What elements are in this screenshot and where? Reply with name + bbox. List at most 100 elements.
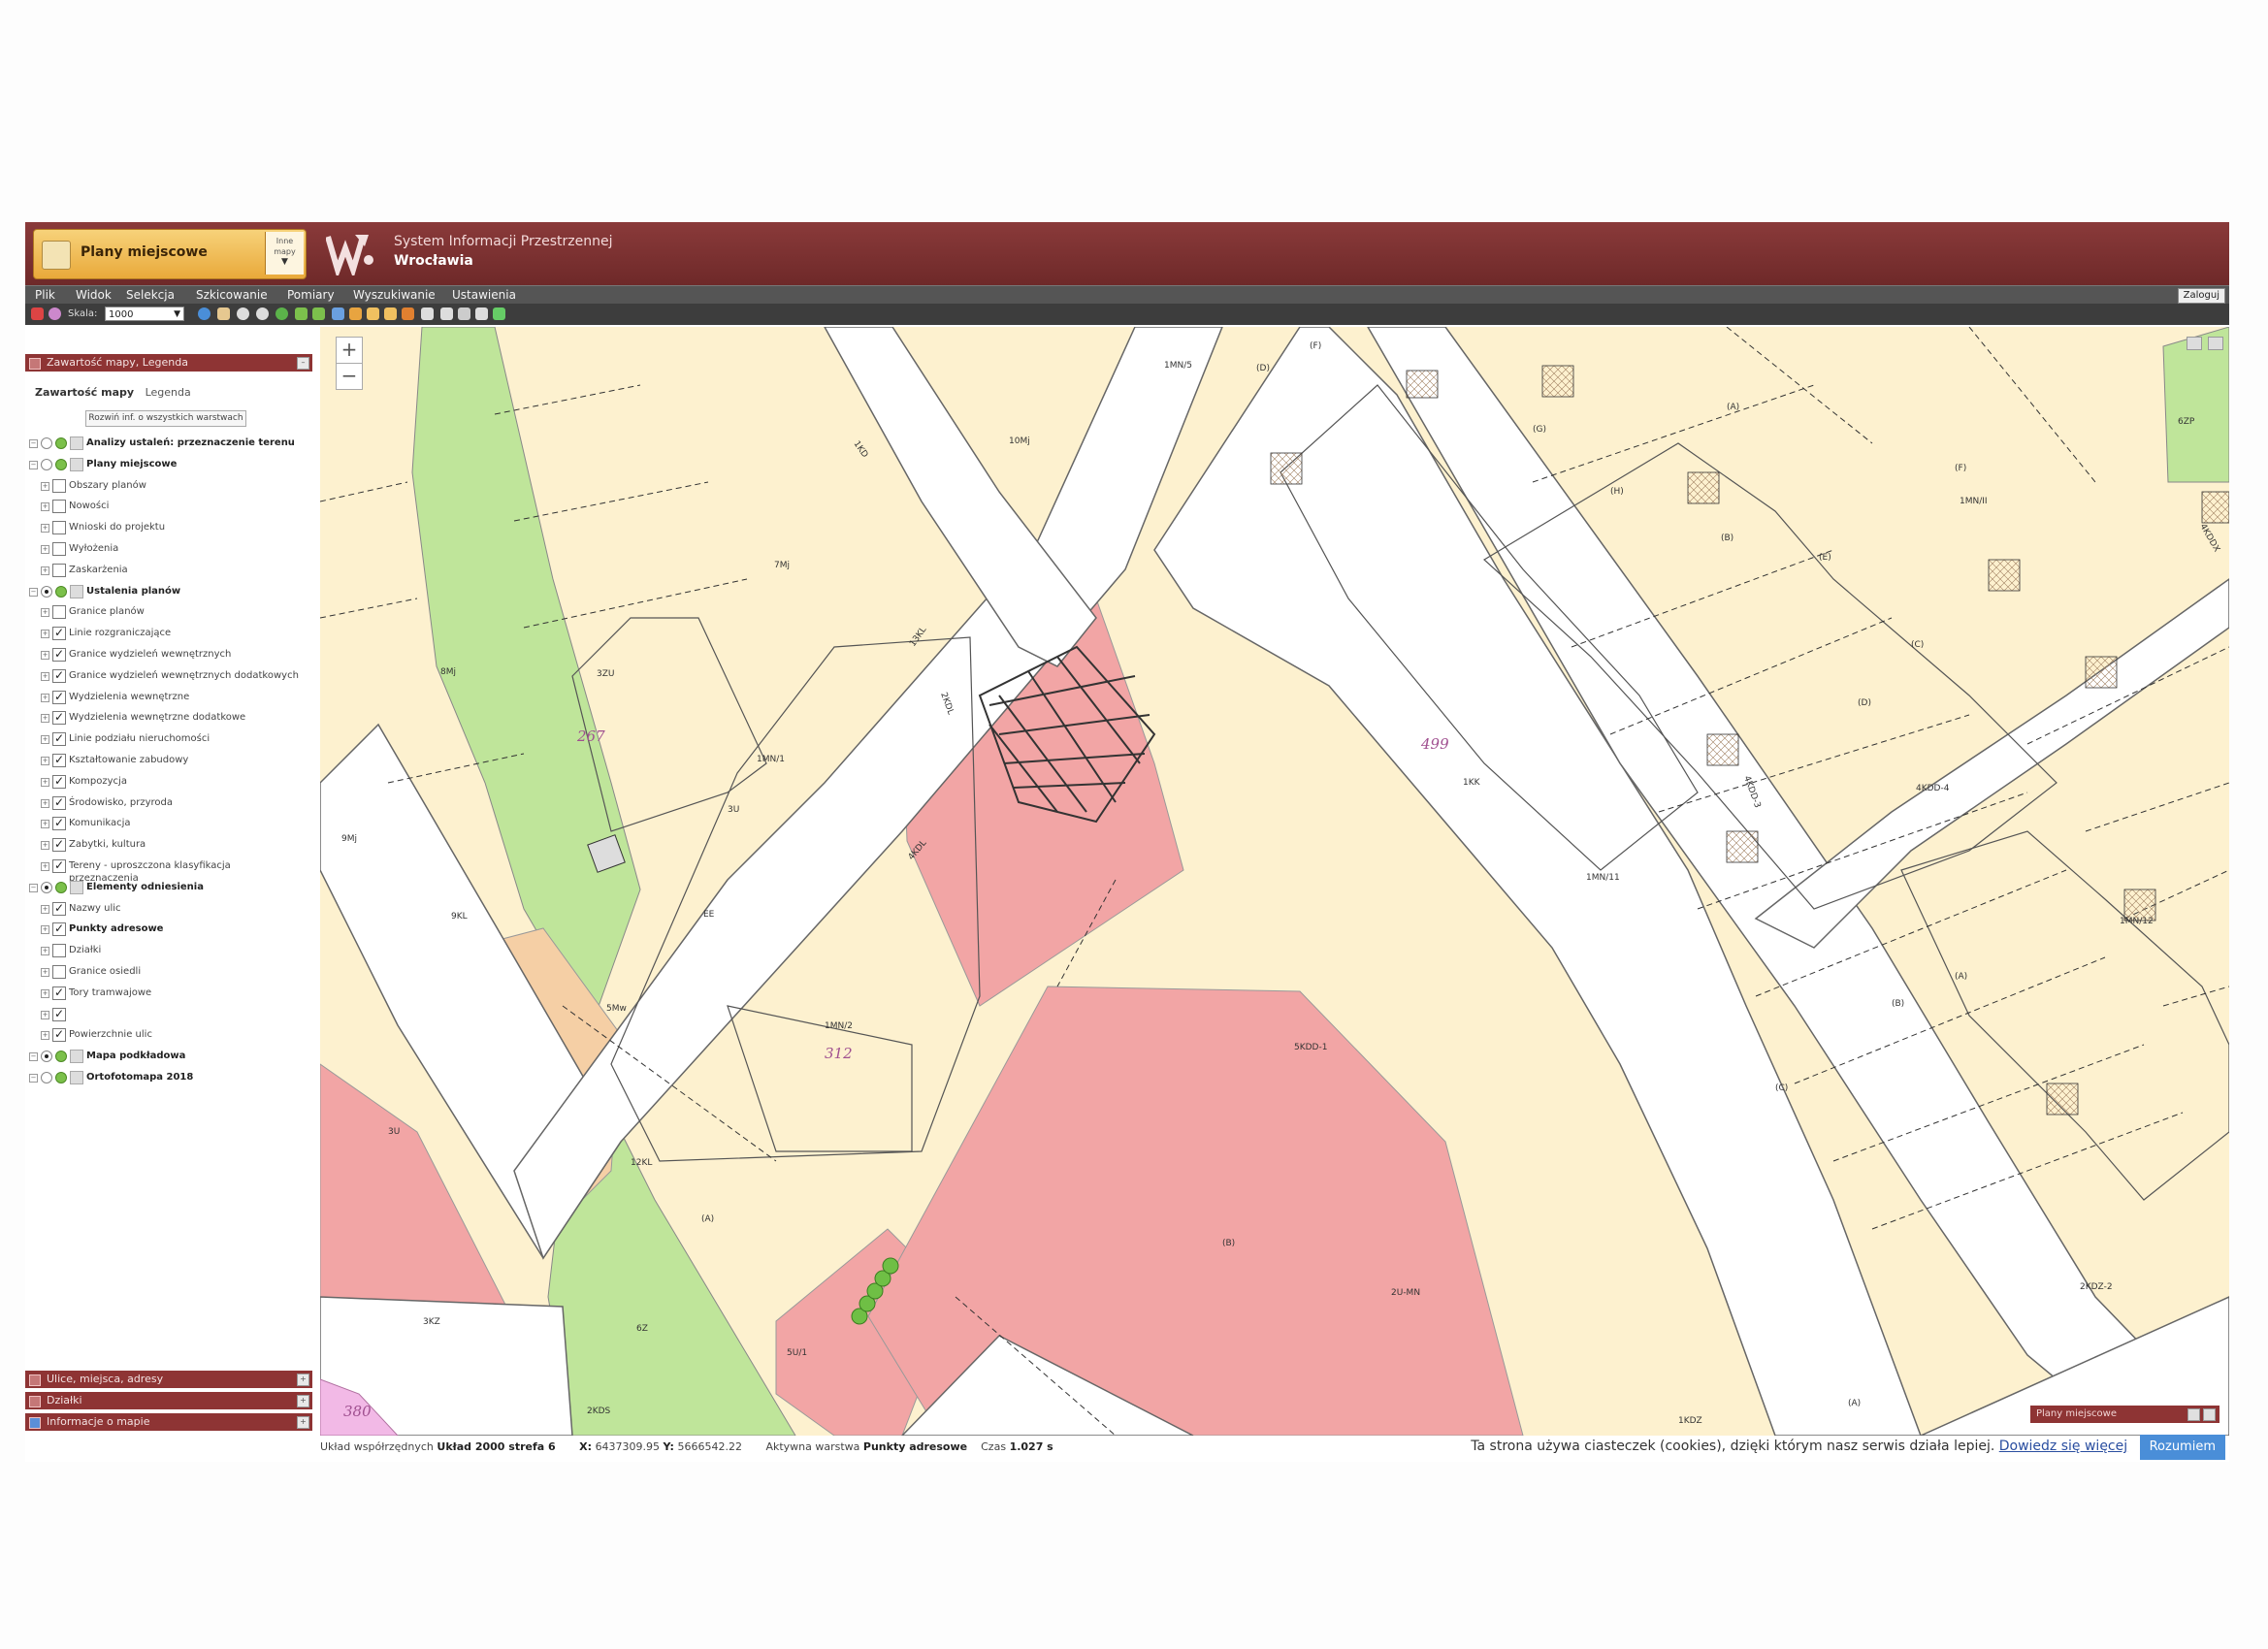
map-view[interactable]: 1MN/5 (D) (F) (A) (G) (H) (B) (E) (C) (D) (F) 1MN/I… <box>320 327 2229 1436</box>
zoom-in-button[interactable]: + <box>336 337 363 364</box>
layer-visibility-radio[interactable] <box>41 881 52 893</box>
arrow-right-icon[interactable] <box>312 307 325 320</box>
expand-toggle-icon[interactable]: + <box>41 671 49 681</box>
zoom-out-icon[interactable] <box>256 307 269 320</box>
expand-toggle-icon[interactable]: + <box>41 904 49 914</box>
expand-toggle-icon[interactable]: + <box>41 757 49 765</box>
minimize-icon[interactable] <box>2187 1408 2200 1421</box>
layer-row[interactable]: + Granice planów <box>25 602 312 622</box>
layer-row[interactable]: + ✓ Nazwy ulic <box>25 899 312 919</box>
layer-checkbox[interactable]: ✓ <box>52 668 66 683</box>
layer-row[interactable]: + Wnioski do projektu <box>25 518 312 537</box>
layer-checkbox[interactable] <box>52 944 66 958</box>
collapse-toggle-icon[interactable]: − <box>29 587 38 597</box>
layer-row[interactable]: + Nowości <box>25 497 312 516</box>
layer-checkbox[interactable]: ✓ <box>52 754 66 767</box>
layer-checkbox[interactable]: ✓ <box>52 732 66 747</box>
link-icon[interactable] <box>475 307 488 320</box>
layer-checkbox[interactable]: ✓ <box>52 922 66 937</box>
menu-item-wyszukiwanie[interactable]: Wyszukiwanie <box>353 288 436 302</box>
zoom-in-icon[interactable] <box>237 307 249 320</box>
expand-toggle-icon[interactable]: + <box>41 714 49 724</box>
map-switcher-button[interactable]: Plany miejscowe Inne mapy ▼ <box>33 229 307 279</box>
layer-row[interactable]: + ✓ Wydzielenia wewnętrzne <box>25 688 312 707</box>
expand-toggle-icon[interactable]: + <box>41 651 49 660</box>
layer-visibility-radio[interactable] <box>41 458 52 470</box>
menu-item-pomiary[interactable]: Pomiary <box>287 288 335 302</box>
expand-all-layers-button[interactable]: Rozwiń inf. o wszystkich warstwach <box>85 410 246 427</box>
comment-icon[interactable] <box>2187 337 2202 350</box>
expand-toggle-icon[interactable]: + <box>41 693 49 702</box>
layer-checkbox[interactable]: ✓ <box>52 859 66 873</box>
layer-checkbox[interactable]: ✓ <box>52 711 66 726</box>
expand-toggle-icon[interactable]: + <box>41 798 49 808</box>
layer-row[interactable]: + ✓ Zabytki, kultura <box>25 835 312 855</box>
layer-row[interactable]: + Zaskarżenia <box>25 561 312 580</box>
expand-toggle-icon[interactable]: + <box>41 947 49 956</box>
expand-toggle-icon[interactable]: + <box>41 841 49 851</box>
layer-visibility-radio[interactable] <box>41 1051 52 1063</box>
other-maps-dropdown[interactable]: Inne mapy ▼ <box>265 232 304 275</box>
camera-icon[interactable] <box>421 307 434 320</box>
layer-row[interactable]: + ✓ Granice wydzieleń wewnętrznych <box>25 645 312 664</box>
expand-toggle-icon[interactable]: + <box>41 968 49 977</box>
expand-toggle-icon[interactable]: + <box>41 630 49 639</box>
expand-toggle-icon[interactable]: + <box>41 545 49 554</box>
layer-row[interactable]: + Działki <box>25 941 312 960</box>
layer-checkbox[interactable] <box>52 542 66 556</box>
expand-toggle-icon[interactable]: + <box>41 608 49 618</box>
menu-item-ustawienia[interactable]: Ustawienia <box>452 288 516 302</box>
expand-toggle-icon[interactable]: + <box>41 820 49 829</box>
pan-hand-icon[interactable] <box>217 307 230 320</box>
select-icon[interactable] <box>332 307 344 320</box>
layer-row[interactable]: + ✓ <box>25 1005 312 1024</box>
collapse-toggle-icon[interactable]: − <box>29 460 38 469</box>
layer-checkbox[interactable] <box>52 500 66 514</box>
layer-row[interactable]: − Mapa podkładowa <box>25 1047 312 1066</box>
layer-row[interactable]: + ✓ Wydzielenia wewnętrzne dodatkowe <box>25 708 312 728</box>
print-icon[interactable] <box>31 307 44 320</box>
tools-icon[interactable] <box>440 307 453 320</box>
layer-row[interactable]: − Ortofotomapa 2018 <box>25 1068 312 1087</box>
layer-row[interactable]: + Wyłożenia <box>25 539 312 559</box>
panel-header-map-content[interactable]: Zawartość mapy, Legenda – <box>25 354 312 372</box>
zone-6zp[interactable] <box>2162 327 2229 483</box>
layer-checkbox[interactable]: ✓ <box>52 690 66 704</box>
expand-toggle-icon[interactable]: + <box>41 735 49 745</box>
layer-checkbox[interactable] <box>52 605 66 620</box>
close-icon[interactable] <box>2203 1408 2216 1421</box>
layer-row[interactable]: − Ustalenia planów <box>25 582 312 601</box>
layer-visibility-radio[interactable] <box>41 585 52 598</box>
expand-toggle-icon[interactable]: + <box>41 502 49 512</box>
layer-checkbox[interactable]: ✓ <box>52 901 66 916</box>
collapse-toggle-icon[interactable]: − <box>29 1052 38 1062</box>
layer-checkbox[interactable]: ✓ <box>52 795 66 810</box>
layer-row[interactable]: + ✓ Komunikacja <box>25 814 312 833</box>
layer-row[interactable]: + ✓ Linie podziału nieruchomości <box>25 729 312 749</box>
login-button[interactable]: Zaloguj <box>2177 288 2225 304</box>
layer-row[interactable]: + Granice osiedli <box>25 962 312 982</box>
expand-toggle-icon[interactable]: + <box>41 566 49 575</box>
expand-icon[interactable]: + <box>297 1395 309 1407</box>
layer-checkbox[interactable]: ✓ <box>52 627 66 641</box>
layer-row[interactable]: − Elementy odniesienia <box>25 878 312 897</box>
panel-header-parcels[interactable]: Działki + <box>25 1392 312 1409</box>
collapse-toggle-icon[interactable]: − <box>29 439 38 448</box>
mini-layer-panel[interactable]: Plany miejscowe <box>2030 1406 2219 1423</box>
flag-icon[interactable] <box>49 307 61 320</box>
layer-row[interactable]: + ✓ Środowisko, przyroda <box>25 793 312 813</box>
layer-checkbox[interactable] <box>52 563 66 577</box>
expand-toggle-icon[interactable]: + <box>41 988 49 998</box>
collapse-icon[interactable]: – <box>297 357 309 370</box>
layer-checkbox[interactable]: ✓ <box>52 648 66 662</box>
layer-checkbox[interactable]: ✓ <box>52 774 66 789</box>
menu-item-szkicowanie[interactable]: Szkicowanie <box>196 288 268 302</box>
cookie-more-link[interactable]: Dowiedz się więcej <box>1999 1439 2127 1454</box>
zoom-out-button[interactable]: − <box>336 363 363 390</box>
expand-icon[interactable]: + <box>297 1416 309 1429</box>
layer-row[interactable]: + ✓ Kompozycja <box>25 772 312 792</box>
expand-toggle-icon[interactable]: + <box>41 481 49 491</box>
cookie-accept-button[interactable]: Rozumiem <box>2139 1435 2225 1460</box>
expand-toggle-icon[interactable]: + <box>41 862 49 871</box>
export-icon[interactable] <box>493 307 505 320</box>
